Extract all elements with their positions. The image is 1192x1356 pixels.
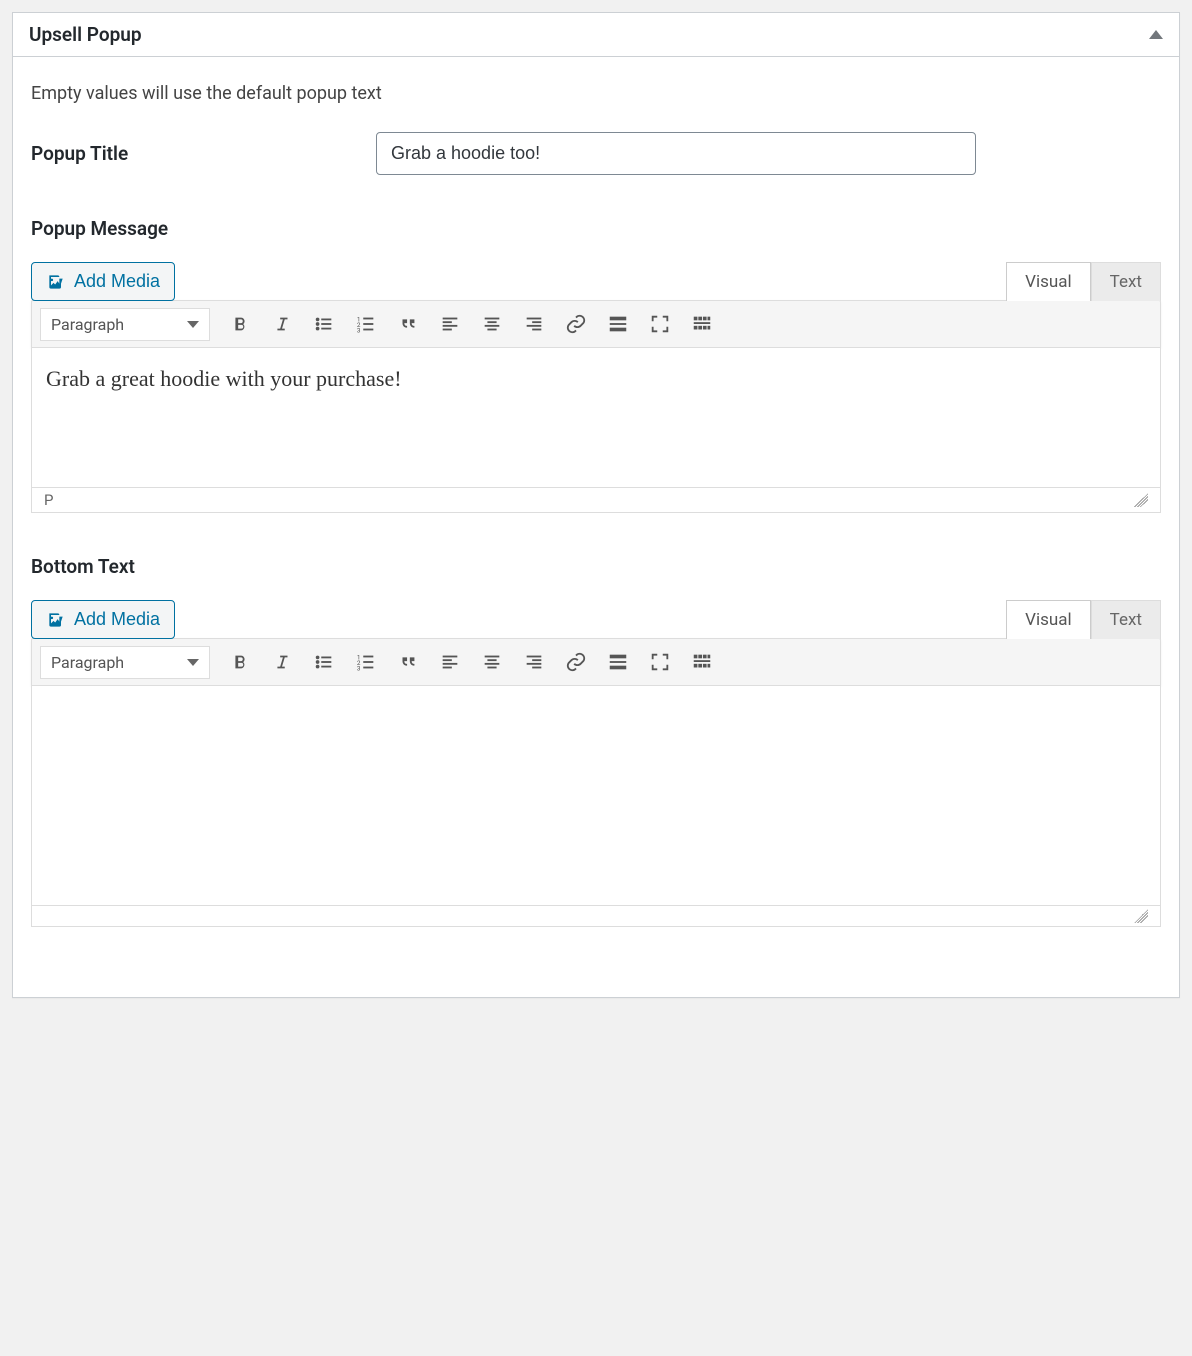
toolbar-toggle-icon[interactable]: [682, 644, 722, 680]
align-center-icon[interactable]: [472, 644, 512, 680]
align-center-icon[interactable]: [472, 306, 512, 342]
resize-grip-icon[interactable]: [1134, 909, 1148, 923]
format-select[interactable]: Paragraph: [40, 646, 210, 679]
read-more-icon[interactable]: [598, 306, 638, 342]
italic-icon[interactable]: [262, 306, 302, 342]
bottom-text-section: Bottom Text Add Media Visual Text Paragr…: [31, 555, 1161, 927]
popup-title-label: Popup Title: [31, 142, 376, 165]
editor-status-bar: P: [31, 488, 1161, 513]
align-right-icon[interactable]: [514, 306, 554, 342]
align-right-icon[interactable]: [514, 644, 554, 680]
align-left-icon[interactable]: [430, 644, 470, 680]
popup-message-editor[interactable]: Grab a great hoodie with your purchase!: [31, 348, 1161, 488]
svg-text:3: 3: [357, 664, 361, 672]
format-select-label: Paragraph: [51, 315, 124, 334]
svg-text:3: 3: [357, 326, 361, 334]
chevron-down-icon: [187, 659, 199, 666]
blockquote-icon[interactable]: [388, 306, 428, 342]
add-media-button[interactable]: Add Media: [31, 262, 175, 301]
format-select[interactable]: Paragraph: [40, 308, 210, 341]
tab-visual[interactable]: Visual: [1006, 600, 1090, 639]
popup-title-input[interactable]: [376, 132, 976, 175]
bullet-list-icon[interactable]: [304, 306, 344, 342]
fullscreen-icon[interactable]: [640, 306, 680, 342]
editor-status-bar: [31, 906, 1161, 927]
align-left-icon[interactable]: [430, 306, 470, 342]
editor-top-bar: Add Media Visual Text: [31, 600, 1161, 639]
link-icon[interactable]: [556, 306, 596, 342]
read-more-icon[interactable]: [598, 644, 638, 680]
numbered-list-icon[interactable]: 123: [346, 644, 386, 680]
editor-tabs: Visual Text: [1006, 262, 1161, 301]
helper-text: Empty values will use the default popup …: [31, 83, 1161, 104]
blockquote-icon[interactable]: [388, 644, 428, 680]
toolbar-toggle-icon[interactable]: [682, 306, 722, 342]
numbered-list-icon[interactable]: 123: [346, 306, 386, 342]
add-media-label: Add Media: [74, 271, 160, 292]
bottom-text-label: Bottom Text: [31, 555, 1161, 578]
bottom-text-editor[interactable]: [31, 686, 1161, 906]
bullet-list-icon[interactable]: [304, 644, 344, 680]
editor-toolbar: Paragraph 123: [31, 638, 1161, 686]
panel-title: Upsell Popup: [29, 23, 142, 46]
italic-icon[interactable]: [262, 644, 302, 680]
link-icon[interactable]: [556, 644, 596, 680]
media-icon: [46, 610, 66, 630]
element-path: P: [44, 491, 53, 509]
tab-text[interactable]: Text: [1091, 600, 1161, 639]
editor-toolbar: Paragraph 123: [31, 300, 1161, 348]
bold-icon[interactable]: [220, 306, 260, 342]
fullscreen-icon[interactable]: [640, 644, 680, 680]
metabox-body: Empty values will use the default popup …: [13, 57, 1179, 997]
popup-title-row: Popup Title: [31, 132, 1161, 175]
popup-message-section: Popup Message Add Media Visual Text Para…: [31, 217, 1161, 513]
bold-icon[interactable]: [220, 644, 260, 680]
tab-visual[interactable]: Visual: [1006, 262, 1090, 301]
resize-grip-icon[interactable]: [1134, 493, 1148, 507]
add-media-button[interactable]: Add Media: [31, 600, 175, 639]
chevron-down-icon: [187, 321, 199, 328]
tab-text[interactable]: Text: [1091, 262, 1161, 301]
media-icon: [46, 272, 66, 292]
metabox-header[interactable]: Upsell Popup: [13, 13, 1179, 57]
editor-tabs: Visual Text: [1006, 600, 1161, 639]
add-media-label: Add Media: [74, 609, 160, 630]
upsell-popup-metabox: Upsell Popup Empty values will use the d…: [12, 12, 1180, 998]
editor-top-bar: Add Media Visual Text: [31, 262, 1161, 301]
popup-message-label: Popup Message: [31, 217, 1161, 240]
format-select-label: Paragraph: [51, 653, 124, 672]
collapse-toggle-icon[interactable]: [1149, 30, 1163, 39]
